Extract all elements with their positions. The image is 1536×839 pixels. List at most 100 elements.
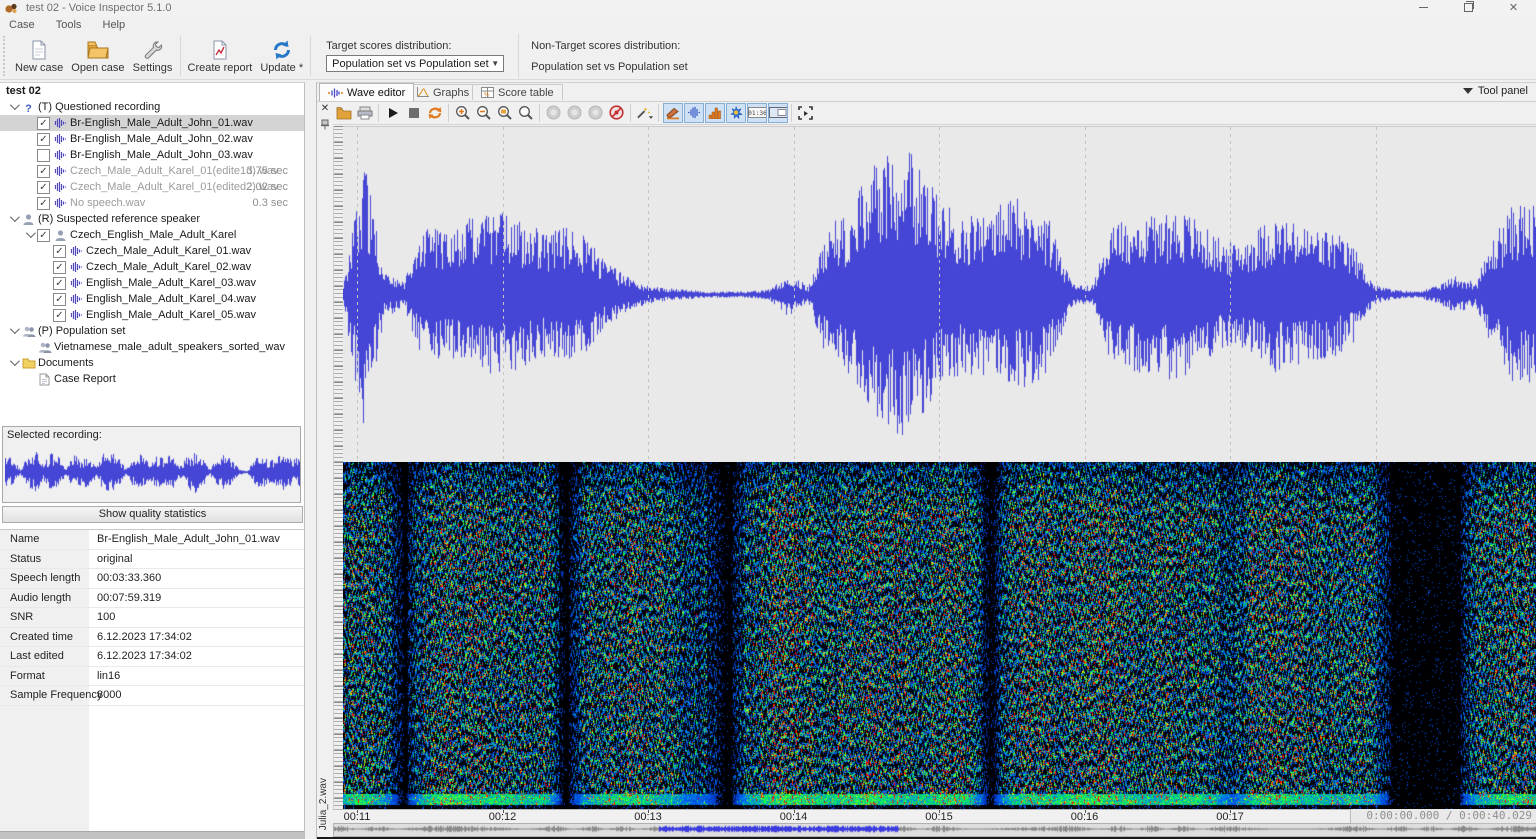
tree-item[interactable]: ✓No speech.wav0.3 sec (0, 195, 304, 211)
tree-item[interactable]: Br-English_Male_Adult_John_03.wav (0, 147, 304, 163)
checkbox[interactable]: ✓ (37, 117, 50, 130)
case-tree: test 02 ?(T) Questioned recording✓Br-Eng… (0, 83, 304, 426)
menu-help[interactable]: Help (94, 17, 135, 33)
target-scores-label: Target scores distribution: (326, 40, 504, 52)
tree-item[interactable]: ✓English_Male_Adult_Karel_04.wav (0, 291, 304, 307)
checkbox[interactable]: ✓ (37, 133, 50, 146)
expander-chevron-icon[interactable] (6, 211, 21, 227)
menu-case[interactable]: Case (0, 17, 44, 33)
graphs-tab-icon (416, 87, 429, 98)
tree-item[interactable]: ✓English_Male_Adult_Karel_05.wav (0, 307, 304, 323)
non-target-distribution-value: Population set vs Population set (531, 61, 688, 73)
expander-chevron-icon[interactable] (6, 323, 21, 339)
expander-chevron-icon[interactable] (6, 99, 21, 115)
waveform-display[interactable] (343, 126, 1536, 462)
property-row: Statusoriginal (0, 550, 304, 570)
print-icon[interactable] (355, 103, 375, 123)
waveform-view-icon[interactable] (684, 103, 704, 123)
marker-tool-icon[interactable] (663, 103, 683, 123)
record-disabled-icon[interactable] (607, 103, 627, 123)
spectrogram-display[interactable] (343, 462, 1536, 809)
open-file-icon[interactable] (334, 103, 354, 123)
minimize-button[interactable] (1401, 0, 1446, 17)
loop-playback-icon[interactable] (425, 103, 445, 123)
checkbox[interactable]: ✓ (53, 293, 66, 306)
open-case-label: Open case (71, 62, 124, 74)
wave-icon (53, 181, 68, 193)
enhance-wand-icon[interactable] (635, 103, 655, 123)
tree-item[interactable]: Documents (0, 355, 304, 371)
tree-item[interactable]: ✓English_Male_Adult_Karel_03.wav (0, 275, 304, 291)
tree-item[interactable]: ✓Br-English_Male_Adult_John_01.wav (0, 115, 304, 131)
timecode-view-icon[interactable]: 01:36 (747, 103, 767, 123)
time-gridline (939, 127, 940, 462)
checkbox[interactable]: ✓ (37, 165, 50, 178)
tool-panel-toggle[interactable]: Tool panel (1463, 85, 1528, 97)
zoom-in-icon[interactable] (453, 103, 473, 123)
zoom-selection-icon[interactable] (495, 103, 515, 123)
checkbox[interactable]: ✓ (53, 309, 66, 322)
tree-item[interactable]: (P) Population set (0, 323, 304, 339)
checkbox[interactable]: ✓ (53, 245, 66, 258)
histogram-view-icon[interactable] (705, 103, 725, 123)
tree-item[interactable]: ✓ Czech_Male_Adult_Karel_01.wav (0, 243, 304, 259)
tree-item[interactable]: Case Report (0, 371, 304, 387)
tree-item[interactable]: ✓Czech_Male_Adult_Karel_01(edite1d).wav3… (0, 163, 304, 179)
restore-button[interactable] (1446, 0, 1491, 17)
label-display-icon[interactable] (768, 103, 788, 123)
update-button[interactable]: Update * (256, 34, 307, 78)
close-button[interactable]: ✕ (1491, 0, 1536, 17)
wave-icon (53, 165, 68, 177)
checkbox[interactable]: ✓ (37, 181, 50, 194)
tree-root-label[interactable]: test 02 (0, 83, 304, 99)
checkbox[interactable]: ✓ (53, 277, 66, 290)
stop-icon[interactable] (404, 103, 424, 123)
tree-item[interactable]: (R) Suspected reference speaker (0, 211, 304, 227)
fit-screen-icon[interactable] (796, 103, 816, 123)
checkbox[interactable]: ✓ (37, 197, 50, 210)
property-value: 00:07:59.319 (97, 589, 161, 607)
open-case-button[interactable]: Open case (67, 34, 128, 78)
cancel-disabled-icon[interactable] (565, 103, 585, 123)
tree-item-label: Czech_Male_Adult_Karel_01.wav (84, 243, 251, 259)
spectrogram-canvas[interactable] (343, 462, 1536, 809)
checkbox[interactable] (37, 149, 50, 162)
create-report-button[interactable]: Create report (184, 34, 257, 78)
tab-score-table[interactable]: % Score table (472, 84, 563, 100)
redo-disabled-icon[interactable] (586, 103, 606, 123)
pin-icon[interactable] (319, 118, 331, 130)
tree-item[interactable]: ✓ Czech_Male_Adult_Karel_02.wav (0, 259, 304, 275)
close-wave-icon[interactable]: ✕ (319, 103, 331, 115)
people-icon (21, 325, 36, 338)
settings-button[interactable]: Settings (129, 34, 177, 78)
overview-scrollbar[interactable] (333, 823, 1536, 837)
zoom-out-icon[interactable] (474, 103, 494, 123)
tree-item-label: Czech_Male_Adult_Karel_02.wav (84, 259, 251, 275)
show-quality-statistics-button[interactable]: Show quality statistics (2, 506, 303, 523)
spectrum-view-icon[interactable] (726, 103, 746, 123)
checkbox[interactable]: ✓ (37, 229, 50, 242)
tree-item[interactable]: ✓Czech_Male_Adult_Karel_01(edited2).wav2… (0, 179, 304, 195)
overview-waveform-canvas[interactable] (334, 824, 1536, 834)
zoom-all-icon[interactable] (516, 103, 536, 123)
tab-graphs[interactable]: Graphs (407, 84, 478, 100)
property-value: lin16 (97, 667, 120, 685)
undo-disabled-icon[interactable] (544, 103, 564, 123)
left-panel-scrollbar[interactable] (0, 831, 304, 839)
toolbar-drag-handle[interactable] (3, 36, 11, 76)
expander-chevron-icon[interactable] (22, 227, 37, 243)
expander-chevron-icon[interactable] (6, 355, 21, 371)
time-gridline (1230, 127, 1231, 462)
tab-wave-editor[interactable]: Wave editor (319, 83, 414, 101)
checkbox[interactable]: ✓ (53, 261, 66, 274)
toolbar-separator (448, 104, 449, 122)
tree-item[interactable]: ✓Czech_English_Male_Adult_Karel (0, 227, 304, 243)
property-label: Sample Frequency (10, 686, 102, 704)
target-distribution-select[interactable]: Population set vs Population set ▼ (326, 55, 504, 72)
play-icon[interactable] (383, 103, 403, 123)
new-case-button[interactable]: New case (11, 34, 67, 78)
menu-tools[interactable]: Tools (47, 17, 91, 33)
tree-item[interactable]: ✓Br-English_Male_Adult_John_02.wav (0, 131, 304, 147)
tree-item[interactable]: Vietnamese_male_adult_speakers_sorted_wa… (0, 339, 304, 355)
tree-item[interactable]: ?(T) Questioned recording (0, 99, 304, 115)
